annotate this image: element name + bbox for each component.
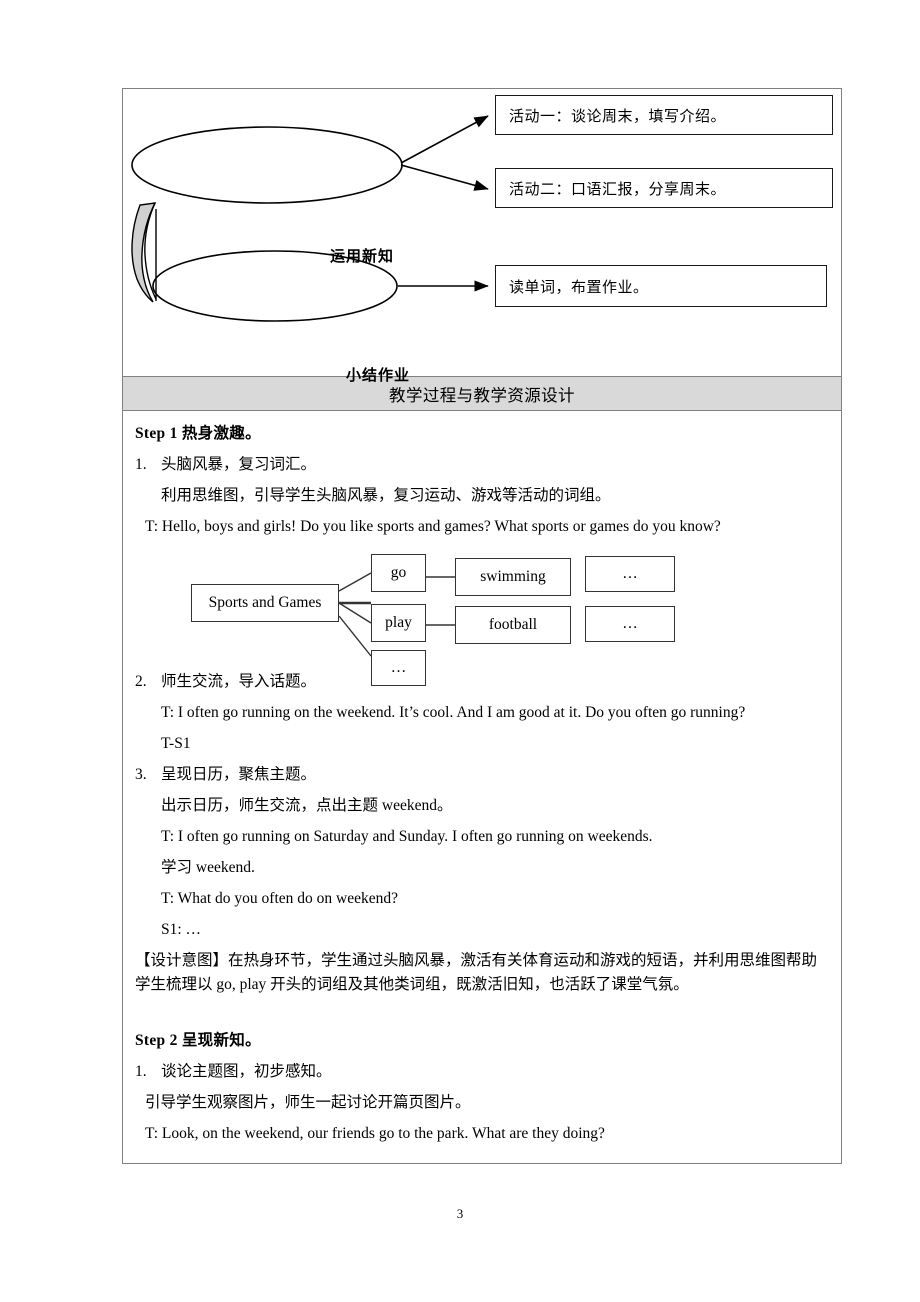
step1-item-1-detail: 利用思维图，引导学生头脑风暴，复习运动、游戏等活动的词组。 [161, 487, 611, 505]
step2-item-1-detail: 引导学生观察图片，师生一起讨论开篇页图片。 [145, 1094, 471, 1112]
mindmap-node-dots-play: … [585, 606, 675, 643]
step1-item-2-teacher-line: T: I often go running on the weekend. It… [161, 704, 746, 722]
step1-item-3: 3. 呈现日历，聚焦主题。 [135, 763, 829, 787]
activity-box-1: 活动一：谈论周末，填写介绍。 [495, 95, 833, 135]
lesson-plan-table: 运用新知 小结作业 活动一：谈论周末，填写介绍。 活动二：口语汇报，分享周末。 … [122, 88, 842, 1165]
mindmap-node-dots-go: … [585, 556, 675, 593]
step1-item-2-title: 师生交流，导入话题。 [161, 673, 317, 691]
step1-item-2: 2. 师生交流，导入话题。 [135, 670, 829, 694]
step1-item-3-detail: 出示日历，师生交流，点出主题 weekend。 [161, 797, 453, 815]
mindmap-node-root: Sports and Games [191, 584, 339, 623]
flow-diagram-row: 运用新知 小结作业 活动一：谈论周末，填写介绍。 活动二：口语汇报，分享周末。 … [123, 89, 841, 384]
step1-item-3-title: 呈现日历，聚焦主题。 [161, 766, 317, 784]
step1-item-3-number: 3. [135, 766, 147, 784]
page-number: 3 [456, 1206, 464, 1221]
lesson-body-row: Step 1 热身激趣。 1. 头脑风暴，复习词汇。 利用思维图，引导学生头脑风… [123, 411, 841, 1163]
step2-item-1: 1. 谈论主题图，初步感知。 [135, 1060, 829, 1084]
ellipse-apply-knowledge [131, 126, 403, 204]
mindmap-node-football: football [455, 606, 571, 645]
mindmap-node-play: play [371, 604, 426, 643]
step2-item-1-number: 1. [135, 1063, 147, 1081]
step1-item-3-study-line: 学习 weekend. [161, 859, 255, 877]
mindmap-line-root-go [338, 572, 372, 592]
step2-item-1-teacher-line: T: Look, on the weekend, our friends go … [145, 1125, 605, 1143]
section-header-row: 教学过程与教学资源设计 [123, 377, 841, 411]
mindmap-line-root-dots [338, 615, 372, 657]
arrow-to-activity-2 [400, 164, 489, 191]
step1-item-3-teacher-line-1: T: I often go running on Saturday and Su… [161, 828, 653, 846]
mindmap-node-go: go [371, 554, 426, 593]
step1-item-1-number: 1. [135, 456, 147, 473]
activity-box-2: 活动二：口语汇报，分享周末。 [495, 168, 833, 208]
arrow-to-activity-1 [400, 115, 489, 164]
activity-box-3: 读单词，布置作业。 [495, 265, 827, 307]
document-page: 运用新知 小结作业 活动一：谈论周末，填写介绍。 活动二：口语汇报，分享周末。 … [0, 0, 920, 1302]
step1-item-2-number: 2. [135, 673, 147, 691]
section-header-title: 教学过程与教学资源设计 [389, 385, 575, 405]
mindmap-node-dots-branch: … [371, 650, 426, 687]
sports-and-games-mindmap: Sports and Games go play … swimming foot… [135, 546, 829, 687]
step1-item-1: 1. 头脑风暴，复习词汇。 [135, 453, 829, 477]
step1-item-2-ts-line: T-S1 [161, 735, 191, 753]
step1-item-1-title: 头脑风暴，复习词汇。 [161, 456, 317, 473]
mindmap-line-root-play [338, 602, 372, 624]
ellipse-label-summary-homework: 小结作业 [346, 368, 411, 384]
step1-item-3-teacher-line-2: T: What do you often do on weekend? [161, 890, 398, 908]
ellipse-label-apply-knowledge: 运用新知 [330, 249, 395, 265]
step1-item-3-student-line: S1: … [161, 921, 202, 939]
mindmap-node-swimming: swimming [455, 558, 571, 597]
step1-heading: Step 1 热身激趣。 [135, 425, 261, 442]
step2-heading: Step 2 呈现新知。 [135, 1032, 261, 1050]
step1-design-intent: 【设计意图】在热身环节，学生通过头脑风暴，激活有关体育运动和游戏的短语，并利用思… [135, 952, 818, 994]
step1-item-1-teacher-line: T: Hello, boys and girls! Do you like sp… [145, 518, 721, 536]
step2-item-1-title: 谈论主题图，初步感知。 [161, 1063, 332, 1081]
